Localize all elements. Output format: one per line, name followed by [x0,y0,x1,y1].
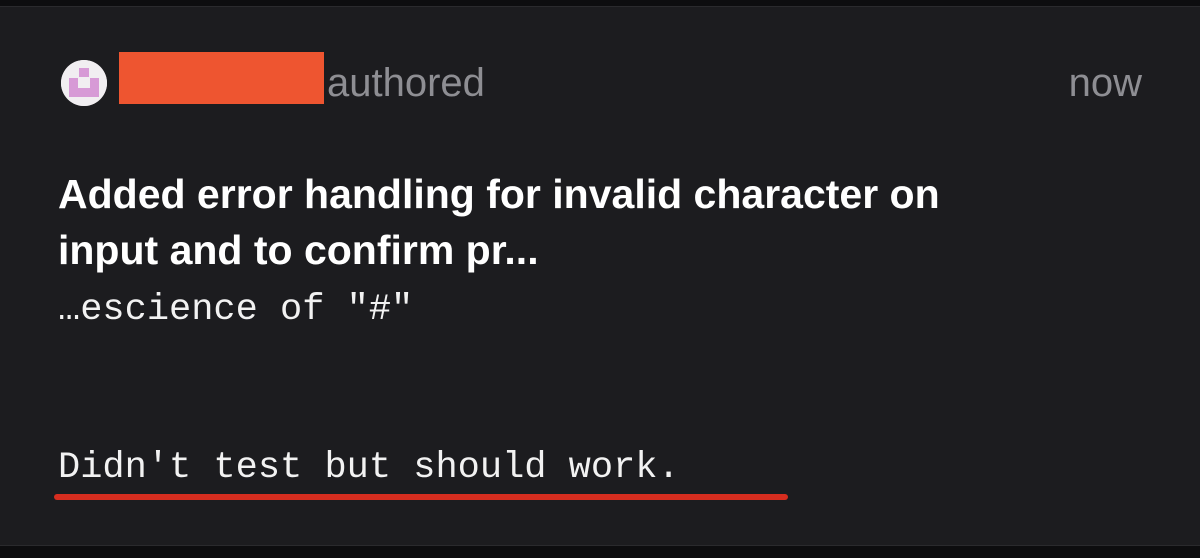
commit-title-line-1: Added error handling for invalid charact… [58,171,940,217]
commit-title-continuation: …escience of "#" [58,289,414,331]
commit-notification-card[interactable]: authored now Added error handling for in… [0,6,1200,546]
redacted-username [119,52,324,104]
commit-title: Added error handling for invalid charact… [58,166,1138,278]
timestamp: now [1068,61,1142,105]
identicon-icon [61,60,107,106]
commit-body: Didn't test but should work. [58,447,680,489]
avatar[interactable] [61,60,107,106]
authored-label: authored [327,61,485,105]
commit-title-line-2: input and to confirm pr... [58,227,539,273]
red-underline-annotation [54,494,788,500]
